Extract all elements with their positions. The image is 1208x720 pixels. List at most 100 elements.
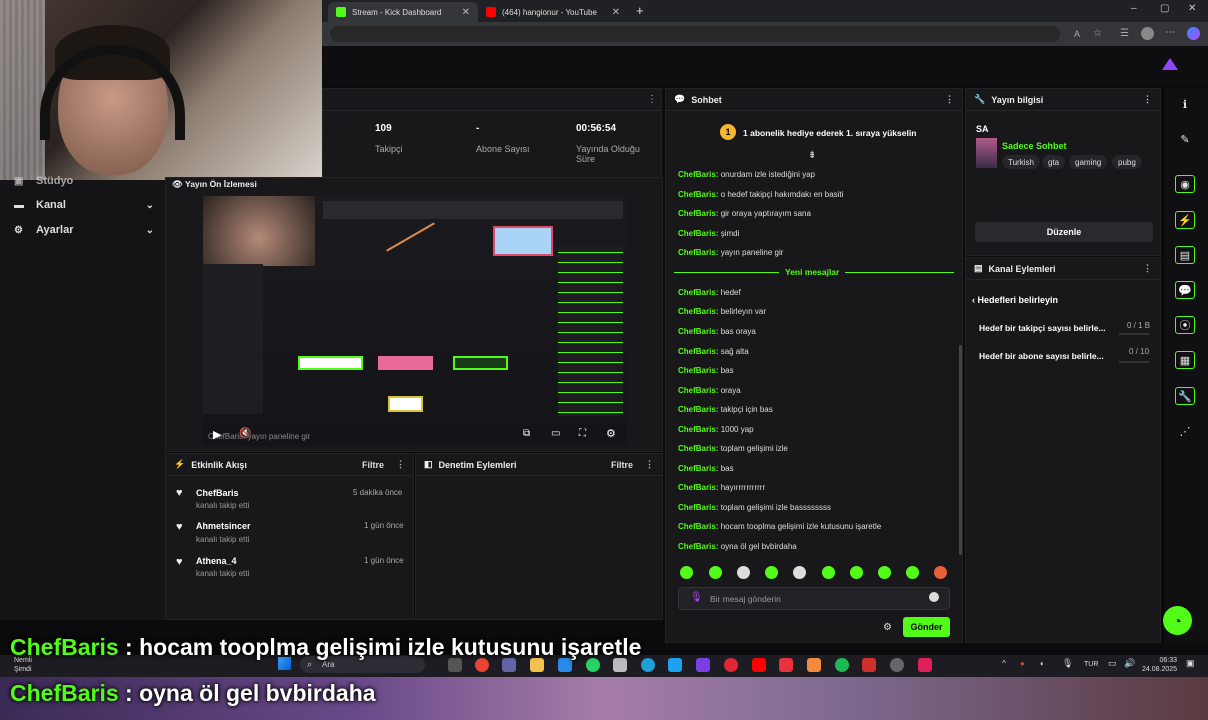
app-icon[interactable] (918, 658, 932, 672)
info-icon[interactable]: ℹ (1175, 95, 1195, 113)
gear-icon[interactable]: ⚙ (606, 427, 616, 440)
filter-button[interactable]: Filtre (362, 460, 384, 470)
play-icon[interactable]: ▶ (213, 428, 221, 441)
profile-avatar[interactable] (1141, 27, 1154, 40)
close-icon[interactable]: ✕ (612, 7, 620, 18)
app-icon[interactable] (862, 658, 876, 672)
more-icon[interactable]: ⋮ (945, 94, 954, 105)
youtube-icon[interactable] (752, 658, 766, 672)
more-icon[interactable]: ⋮ (645, 459, 654, 470)
goal-subscribers[interactable]: Hedef bir abone sayısı belirle... (979, 351, 1119, 361)
goals-back-button[interactable]: ‹ Hedefleri belirleyin (972, 295, 1058, 305)
emote-icon[interactable] (906, 566, 919, 579)
clock[interactable]: 06:33 24.08.2025 (1142, 656, 1177, 674)
emote-icon[interactable] (878, 566, 891, 579)
emote-icon[interactable] (822, 566, 835, 579)
favorites-icon[interactable]: ☰ (1120, 28, 1129, 39)
maximize-button[interactable]: ▢ (1160, 3, 1169, 14)
fullscreen-icon[interactable]: ⛶ (579, 428, 586, 439)
chevron-up-icon[interactable]: ^ (1002, 659, 1006, 668)
more-icon[interactable]: ⋮ (1143, 94, 1152, 105)
emote-icon[interactable] (793, 566, 806, 579)
stream-info-header: 🔧 Yayın bilgisi ⋮ (966, 89, 1160, 111)
chat-scrollbar[interactable] (959, 345, 962, 555)
pip-icon[interactable]: ⧉ (523, 428, 530, 439)
chevron-down-icon: ⌄ (145, 199, 154, 211)
new-tab-button[interactable]: + (636, 3, 644, 18)
gear-icon[interactable]: ⚙ (883, 622, 892, 633)
twitter-icon[interactable] (668, 658, 682, 672)
moderation-header: ◧ Denetim Eylemleri Filtre ⋮ (416, 454, 662, 476)
app-icon[interactable] (779, 658, 793, 672)
tab-kick-dashboard[interactable]: Stream - Kick Dashboard ✕ (328, 2, 478, 22)
camera-icon[interactable]: ◉ (1175, 175, 1195, 193)
broadcast-icon[interactable]: ⦿ (1175, 316, 1195, 334)
chat-icon[interactable]: 💬 (1175, 281, 1195, 299)
tray-icon[interactable]: ◐ (1040, 659, 1045, 668)
language-indicator[interactable]: TUR (1084, 661, 1098, 668)
notification-center-icon[interactable]: ▣ (1186, 658, 1195, 669)
speaker-icon[interactable]: 🔊 (1124, 658, 1135, 669)
share-icon[interactable]: ⋰ (1175, 422, 1195, 440)
emote-icon[interactable] (934, 566, 947, 579)
tray-icon[interactable]: ● (1020, 659, 1025, 668)
app-icon[interactable] (696, 658, 710, 672)
read-aloud-icon[interactable]: A (1074, 29, 1080, 39)
sidebar-item-label: Ayarlar (36, 224, 74, 236)
emote-icon[interactable] (737, 566, 750, 579)
gift-badge: 1 (720, 124, 736, 140)
event-name[interactable]: Ahmetsincer (196, 521, 251, 531)
filter-button[interactable]: Filtre (611, 460, 633, 470)
app-icon[interactable] (890, 658, 904, 672)
mute-icon[interactable]: 🔇 (239, 428, 251, 439)
category-name[interactable]: Sadece Sohbet (1002, 141, 1067, 151)
stream-preview-video[interactable]: ChefBaris: yayın paneline gir ▶ 🔇 ⧉ ▭ ⛶ … (203, 196, 627, 446)
spotify-icon[interactable] (835, 658, 849, 672)
edit-button[interactable]: Düzenle (975, 222, 1153, 242)
emote-icon[interactable] (850, 566, 863, 579)
star-icon[interactable]: ☆ (1093, 28, 1102, 39)
goal-followers[interactable]: Hedef bir takipçi sayısı belirle... (979, 323, 1119, 333)
lightning-icon[interactable]: ⚡ (1175, 211, 1195, 229)
microphone-icon[interactable]: 🎙 (1062, 658, 1073, 669)
close-icon[interactable]: ✕ (462, 7, 470, 18)
opera-icon[interactable] (724, 658, 738, 672)
pinned-toggle-icon[interactable]: ⇟ (808, 150, 816, 161)
minimize-button[interactable]: – (1131, 3, 1137, 14)
chat-message: ChefBaris: o hedef takipçi hakımdakı en … (678, 190, 844, 199)
support-button[interactable]: ◔ (1163, 606, 1192, 635)
subscribers-label: Abone Sayısı (476, 144, 530, 154)
gift-banner[interactable]: 1 abonelik hediye ederek 1. sıraya yükse… (743, 128, 916, 138)
wrench-icon[interactable]: 🔧 (1175, 387, 1195, 405)
emote-icon[interactable] (709, 566, 722, 579)
close-window-button[interactable]: ✕ (1188, 3, 1196, 14)
tab-youtube[interactable]: (464) hangionur - YouTube ✕ (478, 2, 628, 22)
more-icon[interactable]: ⋮ (1143, 263, 1152, 274)
notification-icon[interactable] (1162, 58, 1178, 70)
layout-icon[interactable]: ▦ (1175, 351, 1195, 369)
event-sub: kanalı takip etti (196, 569, 250, 578)
more-icon[interactable]: ⋮ (647, 94, 657, 105)
menu-icon[interactable]: ⋯ (1165, 27, 1175, 38)
edge-icon[interactable] (641, 658, 655, 672)
tag: pubg (1112, 155, 1142, 169)
sidebar-item-settings[interactable]: ⚙ Ayarlar ⌄ (14, 224, 154, 236)
microphone-icon[interactable]: 🎙 (690, 592, 703, 603)
emoji-icon[interactable] (929, 592, 939, 602)
tag: gta (1042, 155, 1066, 169)
copilot-icon[interactable] (1187, 27, 1200, 40)
event-name[interactable]: Athena_4 (196, 556, 237, 566)
app-icon[interactable] (807, 658, 821, 672)
send-button[interactable]: Gönder (903, 617, 950, 637)
emote-icon[interactable] (765, 566, 778, 579)
url-bar[interactable] (330, 26, 1060, 42)
pen-icon[interactable]: ✎ (1175, 130, 1195, 148)
document-icon[interactable]: ▤ (1175, 246, 1195, 264)
sidebar-item-channel[interactable]: ▬ Kanal ⌄ (14, 199, 154, 211)
event-name[interactable]: ChefBaris (196, 488, 239, 498)
sidebar-item-studio[interactable]: ▣ Stüdyo (14, 175, 154, 187)
emote-icon[interactable] (680, 566, 693, 579)
theater-icon[interactable]: ▭ (551, 428, 560, 439)
more-icon[interactable]: ⋮ (396, 459, 405, 470)
monitor-icon[interactable]: ▭ (1108, 658, 1117, 669)
